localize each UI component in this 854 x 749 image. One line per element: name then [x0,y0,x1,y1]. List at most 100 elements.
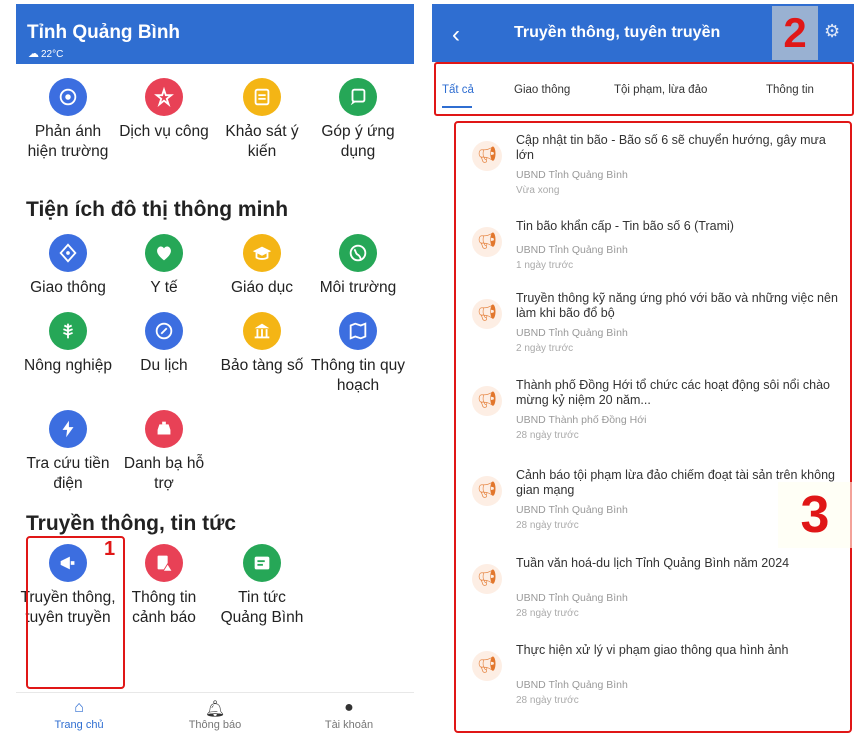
grid-item-label: Y tế [150,279,178,296]
environment-icon [339,234,377,272]
news-time: 28 ngày trước [516,695,579,706]
app-header: Tỉnh Quảng Bình ☁ 22°C [16,4,414,64]
megaphone-icon: 📢︎ [472,299,502,329]
grid-item-danh-ba[interactable]: Danh bạ hỗ trợ [116,410,212,494]
grid-item-label: Bảo tàng số [220,357,304,374]
section-title-smart: Tiện ích đô thị thông minh [26,198,289,221]
grid-item-label: Phản ánh hiện trường [27,123,109,160]
news-title: Tuần văn hoá-du lịch Tỉnh Quảng Bình năm… [516,556,790,570]
grid-item-quy-hoach[interactable]: Thông tin quy hoạch [310,312,406,396]
electricity-icon [49,410,87,448]
active-tab-indicator [442,106,472,108]
news-title: Cập nhật tin bão - Bão số 6 sẽ chuyển hư… [516,133,826,162]
news-title: Thành phố Đồng Hới tổ chức các hoạt động… [516,378,830,407]
megaphone-icon: 📢︎ [472,141,502,171]
news-source: UBND Tỉnh Quảng Bình [516,244,628,256]
megaphone-icon: 📢︎ [472,227,502,257]
grid-item-label: Giao thông [30,279,106,296]
nav-home[interactable]: ⌂ Trang chủ [24,699,134,731]
grid-item-label: Du lịch [140,357,188,374]
news-time: 2 ngày trước [516,343,574,354]
grid-item-label: Giáo dục [230,279,294,296]
temperature: 22°C [41,49,64,60]
news-source: UBND Tỉnh Quảng Bình [516,592,628,604]
grid-item-label: Thông tin quy hoạch [311,357,405,394]
province-title: Tỉnh Quảng Bình [27,22,181,43]
news-time: Vừa xong [516,185,560,196]
grid-item-giao-thong[interactable]: Giao thông [20,234,116,298]
grid-item-nong-nghiep[interactable]: Nông nghiệp [20,312,116,376]
news-source: UBND Tỉnh Quảng Bình [516,679,628,691]
media-screen: ‹ Truyền thông, tuyên truyền ⚙ 2 Tất cả … [432,0,854,749]
section-title-news: Truyền thông, tin tức [26,512,237,535]
grid-item-gop-y[interactable]: Góp ý ứng dụng [310,78,406,162]
nav-notifications-label: Thông báo [188,719,242,731]
news-source: UBND Tỉnh Quảng Bình [516,169,628,181]
bottom-nav: ⌂ Trang chủ 🔔︎ Thông báo ● Tài khoản [16,692,414,749]
news-time: 28 ngày trước [516,608,579,619]
news-list: 📢︎ Cập nhật tin bão - Bão số 6 sẽ chuyển… [454,121,852,733]
taxi-directory-icon [145,410,183,448]
tab-all[interactable]: Tất cả [442,84,474,96]
nav-account[interactable]: ● Tài khoản [294,699,404,731]
services-icon [145,78,183,116]
weather-indicator: ☁ 22°C [28,47,63,60]
megaphone-icon: 📢︎ [472,476,502,506]
step-marker-3: 3 [778,482,852,548]
museum-icon [243,312,281,350]
news-icon [243,544,281,582]
grid-item-canh-bao[interactable]: Thông tin cảnh báo [116,544,212,628]
bell-icon: 🔔︎ [204,701,226,718]
news-time: 1 ngày trước [516,260,574,271]
traffic-icon [49,234,87,272]
news-source: UBND Thành phố Đồng Hới [516,414,647,426]
grid-item-y-te[interactable]: Y tế [116,234,212,298]
survey-icon [243,78,281,116]
step-marker-1: 1 [104,538,116,560]
grid-item-label: Dịch vụ công [119,123,209,140]
home-screen: Tỉnh Quảng Bình ☁ 22°C Phản ánh hiện trườ… [0,0,414,749]
step-marker-2: 2 [772,6,818,60]
agriculture-icon [49,312,87,350]
tab-traffic[interactable]: Giao thông [514,84,570,96]
tourism-icon [145,312,183,350]
cloud-sun-icon: ☁ [28,48,39,60]
health-icon [145,234,183,272]
grid-item-moi-truong[interactable]: Môi trường [310,234,406,298]
grid-item-khao-sat[interactable]: Khảo sát ý kiến [214,78,310,162]
grid-item-label: Góp ý ứng dụng [321,123,395,160]
grid-item-dich-vu-cong[interactable]: Dịch vụ công [116,78,212,142]
screen-title: Truyền thông, tuyên truyền [514,24,721,41]
megaphone-icon: 📢︎ [472,564,502,594]
grid-item-tien-dien[interactable]: Tra cứu tiền điện [20,410,116,494]
category-tabs: Tất cả Giao thông Tội phạm, lừa đảo Thôn… [434,62,854,116]
tab-info[interactable]: Thông tin [766,84,814,96]
tab-crime-fraud[interactable]: Tội phạm, lừa đảo [614,84,707,96]
nav-account-label: Tài khoản [324,719,374,731]
grid-item-label: Danh bạ hỗ trợ [123,455,205,492]
news-source: UBND Tỉnh Quảng Bình [516,327,628,339]
news-time: 28 ngày trước [516,430,579,441]
news-title: Thực hiện xử lý vi phạm giao thông qua h… [516,643,789,657]
megaphone-icon: 📢︎ [472,651,502,681]
grid-item-label: Nông nghiệp [24,357,112,374]
grid-item-tin-tuc[interactable]: Tin tức Quảng Bình [214,544,310,628]
news-source: UBND Tỉnh Quảng Bình [516,504,628,516]
grid-item-label: Môi trường [319,279,397,296]
nav-notifications[interactable]: 🔔︎ Thông báo [160,699,270,731]
grid-item-du-lich[interactable]: Du lịch [116,312,212,376]
news-time: 28 ngày trước [516,520,579,531]
grid-item-label: Tra cứu tiền điện [26,455,110,492]
gear-icon[interactable]: ⚙ [824,21,840,42]
screenshot-composite: Tỉnh Quảng Bình ☁ 22°C Phản ánh hiện trườ… [0,0,854,749]
grid-item-label: Thông tin cảnh báo [131,589,197,626]
grid-item-giao-duc[interactable]: Giáo dục [214,234,310,298]
megaphone-icon: 📢︎ [472,386,502,416]
grid-item-phan-anh[interactable]: Phản ánh hiện trường [20,78,116,162]
camera-feedback-icon [49,78,87,116]
grid-item-bao-tang[interactable]: Bảo tàng số [214,312,310,376]
back-arrow-icon[interactable]: ‹ [452,21,460,49]
warning-doc-icon [145,544,183,582]
user-icon: ● [344,699,354,716]
home-icon: ⌂ [74,699,84,716]
